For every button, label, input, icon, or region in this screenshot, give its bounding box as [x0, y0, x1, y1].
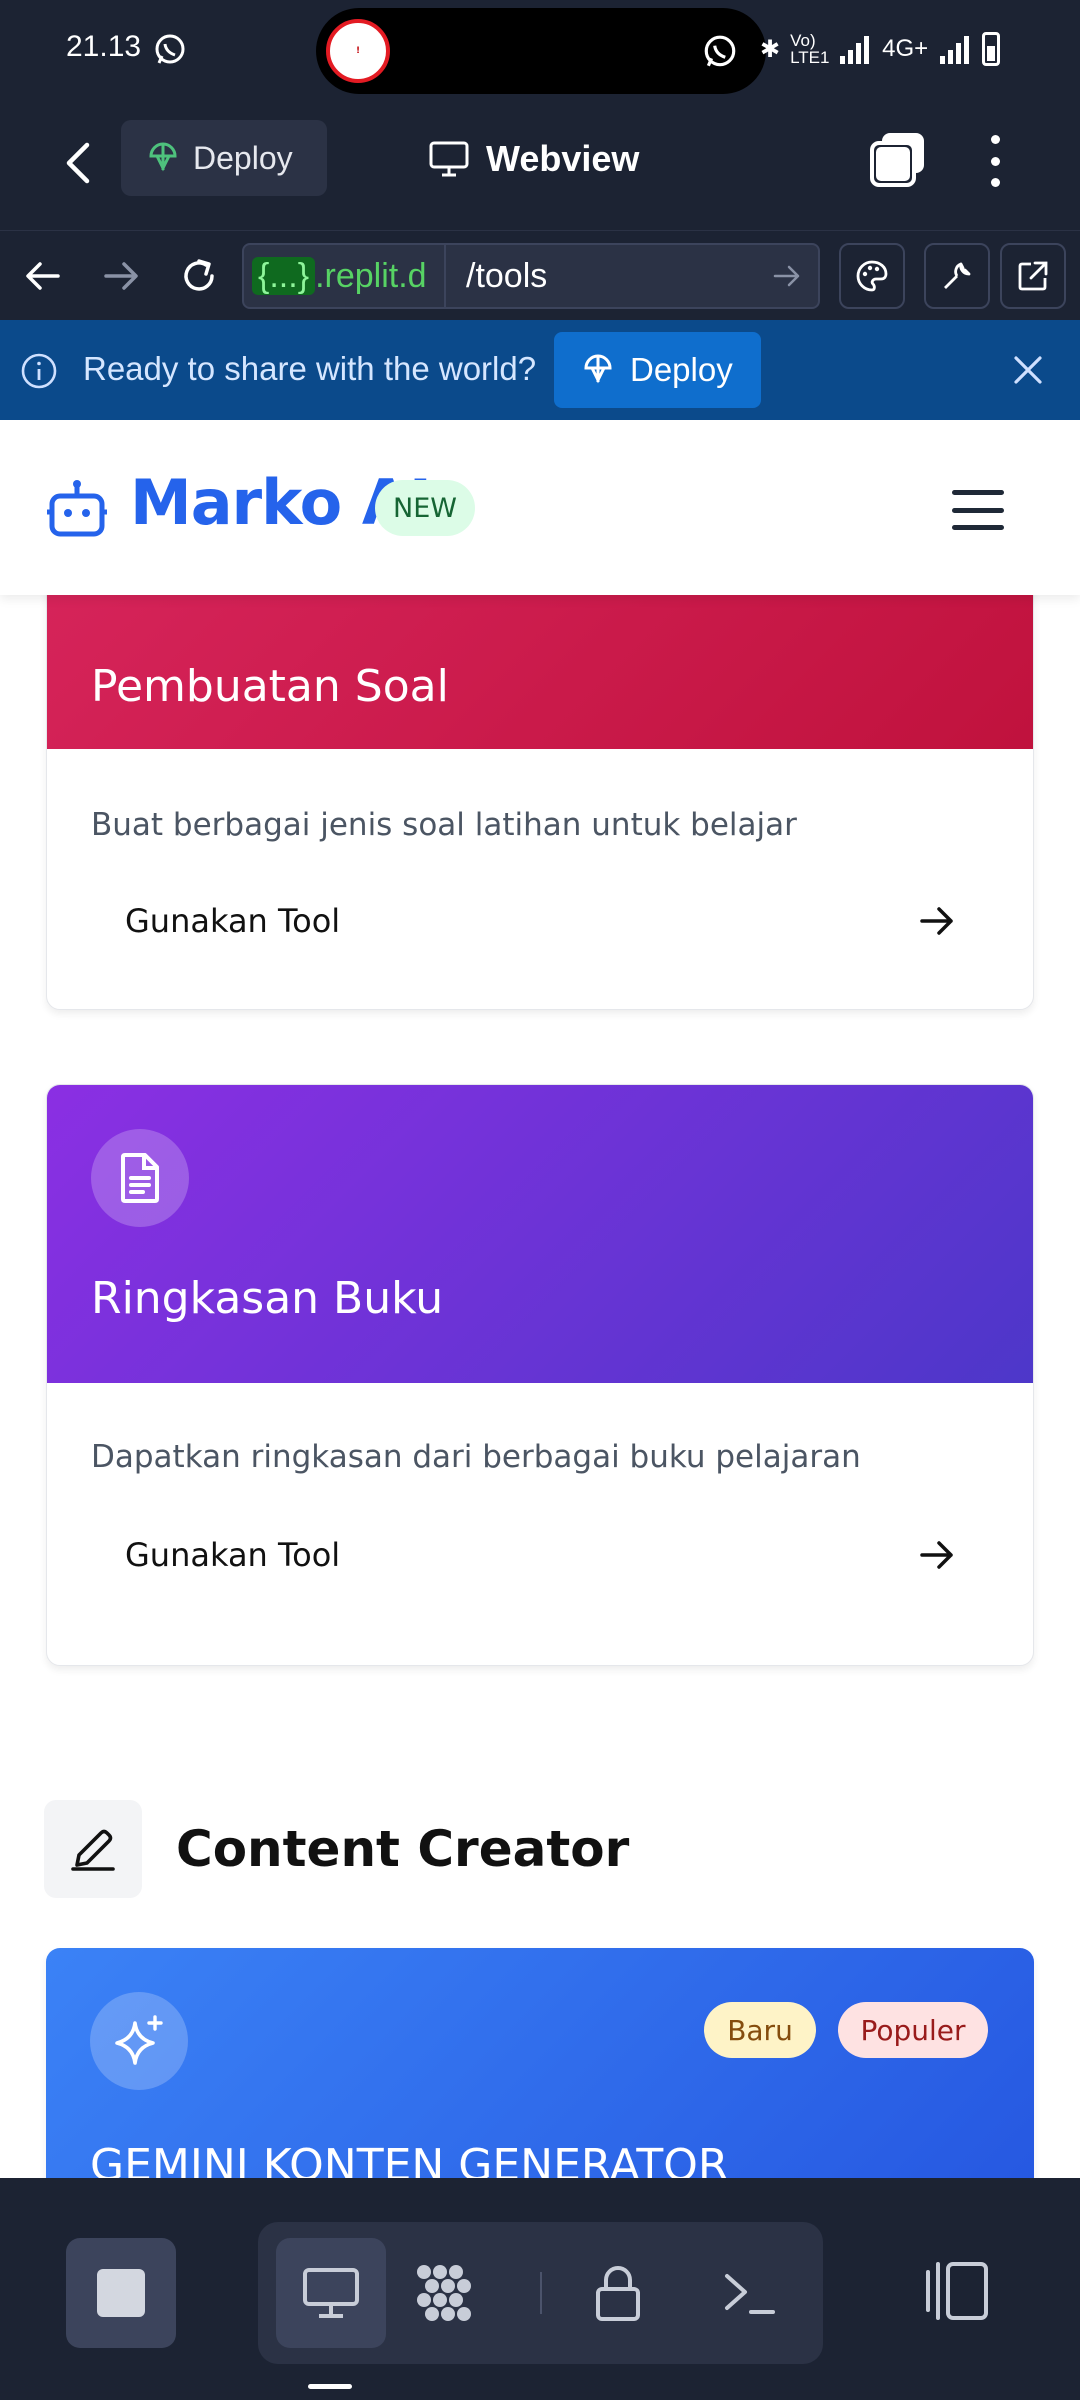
tool-card-gemini-konten-generator[interactable]: Baru Populer GEMINI KONTEN GENERATOR [46, 1948, 1034, 2178]
use-tool-label: Gunakan Tool [125, 1536, 341, 1574]
section-title: Content Creator [176, 1820, 630, 1878]
card-title: Pembuatan Soal [91, 661, 449, 712]
tool-card-ringkasan-buku[interactable]: Ringkasan Buku Dapatkan ringkasan dari b… [46, 1084, 1034, 1666]
browser-forward-button[interactable] [96, 251, 146, 301]
card-header: Ringkasan Buku [47, 1085, 1033, 1383]
webview-tab[interactable]: Webview [428, 133, 639, 185]
close-icon[interactable] [1010, 352, 1046, 388]
battery-icon [982, 32, 1001, 66]
status-time: 21.13 [66, 30, 142, 63]
lock-icon [596, 2266, 640, 2321]
url-domain-highlight: {...} [252, 257, 316, 295]
home-indicator [308, 2384, 352, 2389]
url-domain-text: .replit.d [315, 257, 427, 295]
webview-content: Marko AI NEW Pembuatan Soal Buat berbaga… [0, 420, 1080, 2178]
notification-badge-icon: ! [326, 19, 390, 83]
go-arrow-icon[interactable] [770, 259, 804, 293]
tabs-switcher-button[interactable] [868, 131, 926, 189]
dots-grid-icon [417, 2265, 471, 2321]
info-icon [21, 353, 57, 389]
tag-baru: Baru [704, 2002, 816, 2058]
layout-icon[interactable] [922, 2258, 992, 2324]
divider [540, 2272, 542, 2314]
monitor-icon [429, 141, 469, 177]
view-switcher [258, 2222, 823, 2364]
card-header: Pembuatan Soal [47, 571, 1033, 749]
extensions-button[interactable] [390, 2238, 500, 2348]
signal-icon [940, 36, 970, 64]
arrow-left-icon [26, 262, 60, 290]
document-icon [91, 1129, 189, 1227]
card-description: Buat berbagai jenis soal latihan untuk b… [91, 807, 797, 843]
card-description: Dapatkan ringkasan dari berbagai buku pe… [91, 1439, 861, 1475]
deploy-icon [149, 142, 177, 172]
card-title: GEMINI KONTEN GENERATOR [90, 2140, 729, 2178]
browser-back-button[interactable] [18, 251, 68, 301]
status-bar: 21.13 ! ✱ Vo) LTE1 4G+ [0, 0, 1080, 105]
deploy-icon [584, 354, 612, 384]
signal-icon [840, 36, 870, 64]
shell-button[interactable] [694, 2238, 804, 2348]
secrets-button[interactable] [563, 2238, 673, 2348]
bluetooth-icon: ✱ [760, 35, 781, 63]
open-external-button[interactable] [1000, 243, 1066, 309]
whatsapp-icon [704, 35, 736, 67]
desktop-icon [303, 2268, 359, 2318]
deploy-label: Deploy [193, 139, 293, 176]
back-button[interactable] [50, 135, 106, 191]
banner-deploy-button[interactable]: Deploy [554, 332, 761, 408]
terminal-icon [725, 2274, 775, 2314]
stop-button[interactable] [66, 2238, 176, 2348]
reload-button[interactable] [174, 251, 224, 301]
reload-icon [184, 259, 214, 291]
banner-deploy-label: Deploy [630, 351, 733, 388]
use-tool-button[interactable]: Gunakan Tool [125, 891, 955, 951]
wrench-icon [944, 262, 971, 289]
chevron-left-icon [66, 142, 90, 184]
camera-island: ! [316, 8, 766, 94]
pen-icon [44, 1800, 142, 1898]
browser-bar: {...} .replit.d /tools [0, 230, 1080, 320]
sparkle-icon [90, 1992, 188, 2090]
section-header-content-creator: Content Creator [44, 1800, 629, 1898]
devtools-button[interactable] [924, 243, 990, 309]
banner-message: Ready to share with the world? [83, 350, 537, 387]
robot-icon[interactable] [46, 478, 108, 540]
url-separator [444, 245, 446, 307]
card-header: Baru Populer GEMINI KONTEN GENERATOR [46, 1948, 1034, 2178]
site-header: Marko AI NEW [0, 420, 1080, 595]
desktop-view-button[interactable] [276, 2238, 386, 2348]
menu-icon[interactable] [952, 490, 1004, 530]
deploy-banner: Ready to share with the world? Deploy [0, 320, 1080, 420]
arrow-right-icon [104, 262, 138, 290]
palette-icon [856, 260, 888, 292]
stop-icon [97, 2269, 145, 2317]
use-tool-button[interactable]: Gunakan Tool [125, 1525, 955, 1585]
theme-button[interactable] [839, 243, 905, 309]
replit-top-bar: Deploy Webview [0, 105, 1080, 230]
more-options-icon[interactable] [980, 131, 1010, 191]
arrow-right-icon [920, 1541, 953, 1569]
volte-label: Vo) LTE1 [790, 31, 830, 67]
external-link-icon [1018, 261, 1048, 291]
network-type: 4G+ [882, 35, 929, 62]
tag-populer: Populer [838, 2002, 988, 2058]
url-bar[interactable]: {...} .replit.d /tools [242, 243, 820, 309]
new-badge: NEW [375, 480, 475, 536]
system-icons: ✱ Vo) LTE1 4G+ [760, 28, 1001, 70]
webview-label: Webview [486, 138, 640, 179]
deploy-button[interactable]: Deploy [121, 120, 327, 196]
bottom-toolbar [0, 2178, 1080, 2400]
use-tool-label: Gunakan Tool [125, 902, 341, 940]
tool-card-pembuatan-soal[interactable]: Pembuatan Soal Buat berbagai jenis soal … [46, 570, 1034, 1010]
card-title: Ringkasan Buku [91, 1273, 444, 1324]
whatsapp-icon [155, 34, 185, 64]
url-path-input[interactable]: /tools [466, 251, 547, 301]
arrow-right-icon [920, 907, 953, 935]
